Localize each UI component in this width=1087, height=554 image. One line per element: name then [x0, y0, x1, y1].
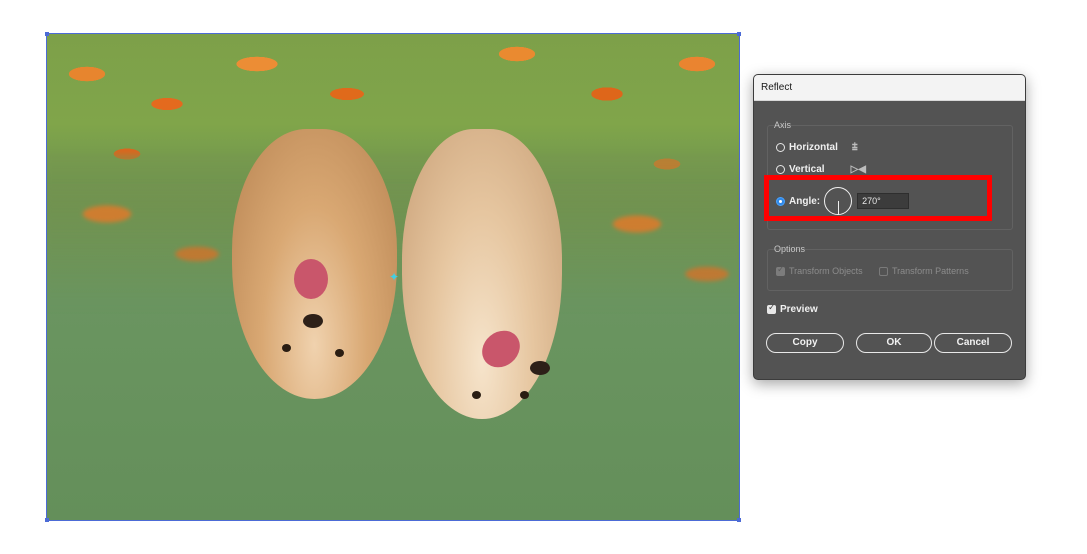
- ok-button[interactable]: OK: [856, 333, 932, 353]
- radio-angle-label: Angle:: [789, 195, 821, 207]
- cancel-button[interactable]: Cancel: [934, 333, 1012, 353]
- transform-patterns-checkbox[interactable]: Transform Patterns: [879, 266, 969, 276]
- puppy-left: [232, 129, 397, 399]
- preview-label: Preview: [780, 304, 818, 315]
- axis-group-label: Axis: [774, 120, 792, 130]
- options-group-label: Options: [774, 244, 806, 254]
- radio-angle-button[interactable]: [776, 196, 785, 206]
- puppy-right-tongue: [474, 323, 528, 375]
- radio-horizontal-label: Horizontal: [789, 142, 838, 153]
- radio-vertical-label: Vertical: [789, 164, 825, 175]
- transform-patterns-label: Transform Patterns: [892, 266, 969, 276]
- radio-vertical-button[interactable]: [776, 165, 785, 174]
- horizontal-axis-icon: ⩲: [851, 142, 858, 153]
- puppy-left-eye: [335, 349, 344, 357]
- radio-horizontal[interactable]: Horizontal ⩲: [776, 142, 858, 153]
- artboard-image[interactable]: ✦: [46, 33, 740, 521]
- artboard-corner-handle[interactable]: [737, 518, 741, 522]
- puppy-right-nose: [530, 361, 550, 375]
- radio-horizontal-button[interactable]: [776, 143, 785, 152]
- transform-objects-checkbox[interactable]: Transform Objects: [776, 265, 863, 276]
- angle-dial[interactable]: [824, 187, 853, 215]
- radio-angle[interactable]: Angle: 270°: [776, 187, 910, 215]
- puppy-left-eye: [282, 344, 291, 352]
- transform-objects-check[interactable]: [776, 265, 785, 276]
- artboard-corner-handle[interactable]: [45, 32, 49, 36]
- preview-checkbox[interactable]: Preview: [767, 303, 818, 315]
- copy-button[interactable]: Copy: [766, 333, 844, 353]
- preview-check[interactable]: [767, 303, 776, 314]
- reflect-dialog: Reflect Axis Horizontal ⩲ Vertical ▷◀ An…: [753, 74, 1026, 380]
- vertical-axis-icon: ▷◀: [850, 164, 866, 175]
- puppy-right: [402, 129, 562, 419]
- angle-input[interactable]: 270°: [857, 193, 910, 209]
- puppy-left-tongue: [294, 259, 328, 299]
- transform-objects-label: Transform Objects: [789, 266, 863, 276]
- artboard-corner-handle[interactable]: [45, 518, 49, 522]
- artboard-corner-handle[interactable]: [737, 32, 741, 36]
- transform-patterns-check[interactable]: [879, 266, 888, 276]
- reference-point-icon[interactable]: ✦: [389, 271, 399, 283]
- radio-vertical[interactable]: Vertical ▷◀: [776, 164, 866, 175]
- puppy-right-eye: [520, 391, 529, 399]
- puppy-left-nose: [303, 314, 323, 328]
- dialog-title[interactable]: Reflect: [754, 75, 1025, 101]
- puppy-right-eye: [472, 391, 481, 399]
